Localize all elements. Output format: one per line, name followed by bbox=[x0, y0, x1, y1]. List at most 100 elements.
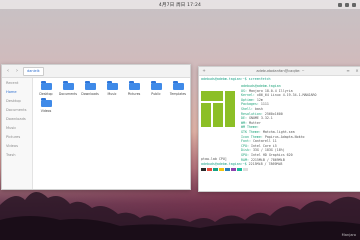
network-icon[interactable] bbox=[338, 2, 342, 7]
new-tab-icon[interactable]: + bbox=[202, 69, 206, 73]
folder-pictures[interactable]: Pictures bbox=[124, 81, 144, 96]
folder-downloads[interactable]: Downloads bbox=[80, 81, 100, 96]
prompt-text: adebuds@adebm-tagian:~$ bbox=[201, 162, 247, 166]
terminal-titlebar: + adebudodanfan@caqite: ~ ≡ × bbox=[199, 67, 360, 76]
sidebar-item-label: Downloads bbox=[6, 116, 26, 121]
folder-videos[interactable]: Videos bbox=[36, 98, 56, 113]
folder-label: Downloads bbox=[81, 91, 99, 96]
info-value: Intel Core i5 bbox=[250, 143, 277, 148]
system-tray[interactable] bbox=[338, 0, 356, 9]
info-value: adebuds@adebm-tagian bbox=[241, 84, 281, 88]
sidebar-item-pictures[interactable]: Pictures bbox=[2, 132, 32, 141]
system-info: adebuds@adebm-tagian OS: Manjaro 18.0.4 I… bbox=[241, 84, 360, 162]
folder-icon bbox=[40, 98, 52, 107]
palette-swatch bbox=[231, 168, 236, 171]
folder-icon bbox=[150, 81, 162, 90]
info-value: Matcha-light-sea bbox=[262, 129, 295, 134]
terminal-window[interactable]: + adebudodanfan@caqite: ~ ≡ × adebuds@ad… bbox=[198, 66, 360, 192]
info-value: Mutter bbox=[248, 120, 261, 125]
sidebar-item-label: Recent bbox=[6, 80, 19, 85]
sidebar-item-label: Videos bbox=[6, 143, 18, 148]
palette-swatch bbox=[225, 168, 230, 171]
power-icon[interactable] bbox=[352, 2, 356, 7]
sidebar-item-label: Desktop bbox=[6, 98, 21, 103]
info-value: 33G / 183G (18%) bbox=[252, 148, 285, 153]
sidebar-item-home[interactable]: Home bbox=[2, 87, 32, 96]
folder-label: Desktop bbox=[39, 91, 53, 96]
command-text: 2215MiB / 7869MiB bbox=[248, 162, 283, 166]
sidebar-item-desktop[interactable]: Desktop bbox=[2, 96, 32, 105]
sidebar-item-music[interactable]: Music bbox=[2, 123, 32, 132]
file-manager-window[interactable]: ‹ › danielk Recent Home Desktop Document… bbox=[1, 64, 191, 190]
sidebar-item-label: Trash bbox=[6, 152, 16, 157]
sidebar-item-label: Documents bbox=[6, 107, 27, 112]
close-icon[interactable]: × bbox=[355, 69, 359, 73]
folder-label: Music bbox=[107, 91, 117, 96]
info-value: Cantarell 11 bbox=[252, 139, 277, 144]
menu-icon[interactable]: ≡ bbox=[346, 69, 350, 73]
palette-swatch bbox=[237, 168, 242, 171]
sidebar-item-videos[interactable]: Videos bbox=[2, 141, 32, 150]
folder-music[interactable]: Music bbox=[102, 81, 122, 96]
breadcrumb-label: danielk bbox=[27, 69, 40, 73]
info-key: WM: bbox=[241, 120, 247, 125]
prompt-text: adebuds@adebm-tagian:~$ screenfetch bbox=[201, 77, 271, 81]
sidebar-item-downloads[interactable]: Downloads bbox=[2, 114, 32, 123]
folder-label: Videos bbox=[40, 108, 52, 113]
info-key: Font: bbox=[241, 139, 251, 144]
sidebar: Recent Home Desktop Documents Downloads … bbox=[2, 78, 33, 189]
folder-grid: Desktop Documents Downloads Music Pictur… bbox=[36, 81, 188, 187]
info-value: 1111 bbox=[260, 102, 269, 107]
palette-swatch bbox=[243, 168, 248, 171]
terminal-title: adebudodanfan@caqite: ~ bbox=[256, 69, 305, 73]
info-key: Disk: bbox=[241, 148, 251, 153]
info-key: GTK Theme: bbox=[241, 129, 261, 134]
info-value: GNOME 3.32.1 bbox=[248, 116, 273, 121]
palette-swatch bbox=[219, 168, 224, 171]
sidebar-item-recent[interactable]: Recent bbox=[2, 78, 32, 87]
folder-label: Documents bbox=[58, 91, 78, 96]
terminal-output[interactable]: adebuds@adebm-tagian:~$ screenfetch adeb… bbox=[201, 77, 360, 189]
folder-label: Public bbox=[151, 91, 161, 96]
folder-label: Pictures bbox=[127, 91, 141, 96]
manjaro-logo-icon bbox=[201, 91, 235, 127]
folder-public[interactable]: Public bbox=[146, 81, 166, 96]
info-key: Icon Theme: bbox=[241, 134, 263, 139]
clock[interactable]: 4月7日 周日 17:24 bbox=[159, 2, 201, 8]
terminal-bottom: ptaw-lab CPU] adebuds@adebm-tagian:~$ 22… bbox=[201, 157, 360, 171]
sidebar-item-label: Home bbox=[6, 89, 17, 94]
folder-templates[interactable]: Templates bbox=[168, 81, 188, 96]
sidebar-item-trash[interactable]: Trash bbox=[2, 150, 32, 159]
info-key: WM Theme: bbox=[241, 125, 259, 130]
sidebar-item-documents[interactable]: Documents bbox=[2, 105, 32, 114]
info-key: Packages: bbox=[241, 102, 259, 107]
info-key: CPU: bbox=[241, 143, 249, 148]
top-bar: 4月7日 周日 17:24 bbox=[0, 0, 360, 9]
info-value: Papirus-Adapta-Nokto bbox=[264, 134, 305, 139]
info-value: 12m bbox=[256, 97, 263, 102]
color-palette bbox=[201, 168, 360, 171]
info-key: Uptime: bbox=[241, 97, 255, 102]
info-key: Shell: bbox=[241, 106, 253, 111]
folder-icon bbox=[62, 81, 74, 90]
folder-icon bbox=[128, 81, 140, 90]
info-key: OS: bbox=[241, 88, 247, 93]
info-key: Kernel: bbox=[241, 93, 255, 98]
info-key: DE: bbox=[241, 116, 247, 121]
breadcrumb[interactable]: danielk bbox=[23, 66, 44, 76]
palette-swatch bbox=[213, 168, 218, 171]
volume-icon[interactable] bbox=[345, 2, 349, 7]
file-manager-toolbar: ‹ › danielk bbox=[2, 65, 190, 78]
info-value: bash bbox=[254, 106, 263, 111]
folder-label: Templates bbox=[169, 91, 187, 96]
forward-icon[interactable]: › bbox=[14, 68, 20, 74]
info-value: x86_64 Linux 4.19.34-1-MANJARO bbox=[256, 93, 317, 98]
watermark: Manjaro bbox=[341, 233, 356, 237]
back-icon[interactable]: ‹ bbox=[5, 68, 11, 74]
palette-swatch bbox=[207, 168, 212, 171]
prompt-line: adebuds@adebm-tagian:~$ 2215MiB / 7869Mi… bbox=[201, 162, 360, 167]
folder-icon bbox=[106, 81, 118, 90]
folder-documents[interactable]: Documents bbox=[58, 81, 78, 96]
folder-desktop[interactable]: Desktop bbox=[36, 81, 56, 96]
folder-icon bbox=[40, 81, 52, 90]
